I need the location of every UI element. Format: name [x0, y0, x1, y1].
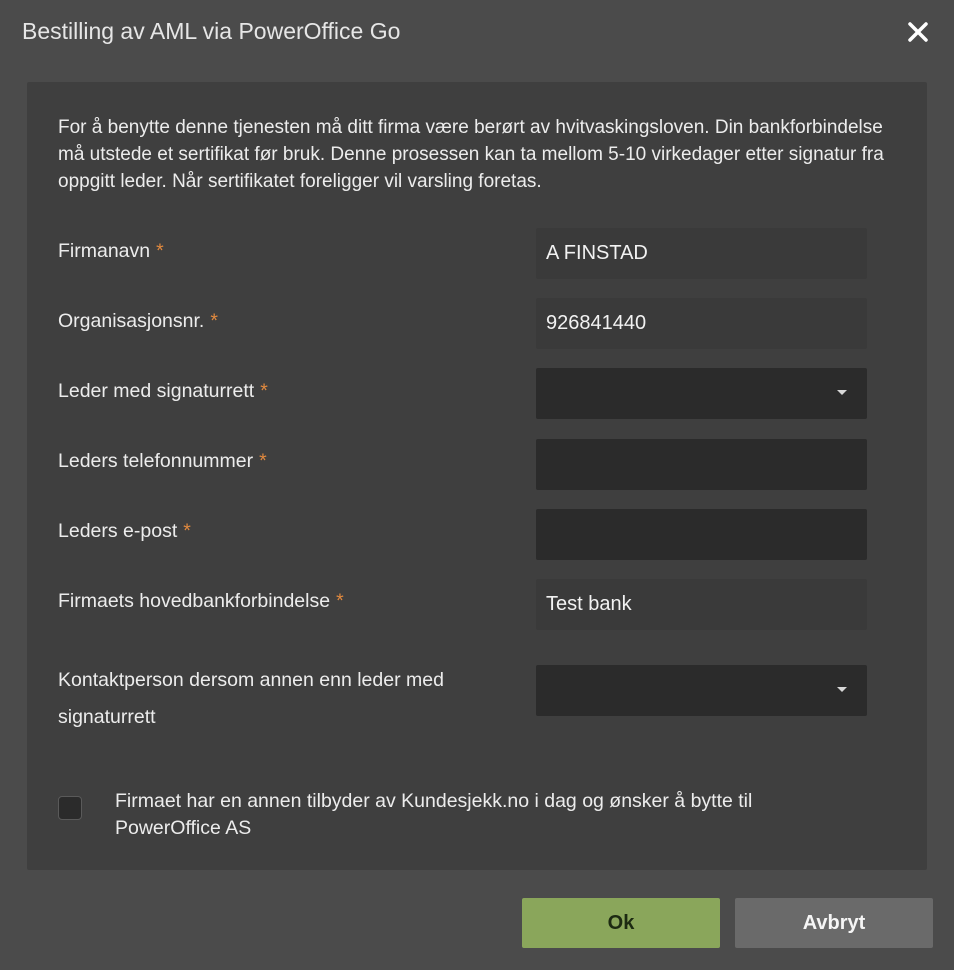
- cancel-button[interactable]: Avbryt: [735, 898, 933, 948]
- switch-provider-checkbox[interactable]: [58, 796, 82, 820]
- leader-email-label-text: Leders e-post: [58, 520, 178, 542]
- leader-email-input[interactable]: [536, 509, 867, 560]
- company-name-field: A FINSTAD: [536, 228, 867, 279]
- org-number-field: 926841440: [536, 298, 867, 349]
- aml-order-dialog: Bestilling av AML via PowerOffice Go For…: [0, 0, 954, 970]
- required-marker: *: [260, 380, 268, 402]
- required-marker: *: [259, 450, 267, 472]
- signatory-select[interactable]: [536, 368, 867, 419]
- contact-person-label: Kontaktperson dersom annen enn leder med…: [58, 662, 444, 736]
- contact-person-label-line2: signaturrett: [58, 706, 156, 728]
- close-icon[interactable]: [904, 18, 932, 46]
- switch-provider-label-line2: PowerOffice AS: [115, 817, 252, 839]
- contact-person-select[interactable]: [536, 665, 867, 716]
- dialog-title: Bestilling av AML via PowerOffice Go: [22, 18, 401, 44]
- leader-email-label: Leders e-post *: [58, 520, 191, 543]
- signatory-label-text: Leder med signaturrett: [58, 380, 255, 402]
- main-bank-field: Test bank: [536, 579, 867, 630]
- chevron-down-icon: [837, 390, 847, 395]
- required-marker: *: [210, 310, 218, 332]
- required-marker: *: [156, 240, 164, 262]
- signatory-label: Leder med signaturrett *: [58, 380, 268, 403]
- intro-text: For å benytte denne tjenesten må ditt fi…: [58, 117, 884, 192]
- required-marker: *: [183, 520, 191, 542]
- company-name-label: Firmanavn *: [58, 240, 164, 263]
- leader-phone-label-text: Leders telefonnummer: [58, 450, 254, 472]
- ok-button[interactable]: Ok: [522, 898, 720, 948]
- company-name-label-text: Firmanavn: [58, 240, 151, 262]
- org-number-label: Organisasjonsnr. *: [58, 310, 218, 333]
- chevron-down-icon: [837, 687, 847, 692]
- org-number-label-text: Organisasjonsnr.: [58, 310, 205, 332]
- required-marker: *: [336, 590, 344, 612]
- contact-person-label-line1: Kontaktperson dersom annen enn leder med: [58, 669, 444, 691]
- main-bank-label: Firmaets hovedbankforbindelse *: [58, 590, 344, 613]
- switch-provider-label: Firmaet har en annen tilbyder av Kundesj…: [115, 788, 875, 842]
- leader-phone-label: Leders telefonnummer *: [58, 450, 267, 473]
- main-bank-label-text: Firmaets hovedbankforbindelse: [58, 590, 331, 612]
- leader-phone-input[interactable]: [536, 439, 867, 490]
- switch-provider-label-line1: Firmaet har en annen tilbyder av Kundesj…: [115, 790, 753, 812]
- form-panel: For å benytte denne tjenesten må ditt fi…: [27, 82, 927, 870]
